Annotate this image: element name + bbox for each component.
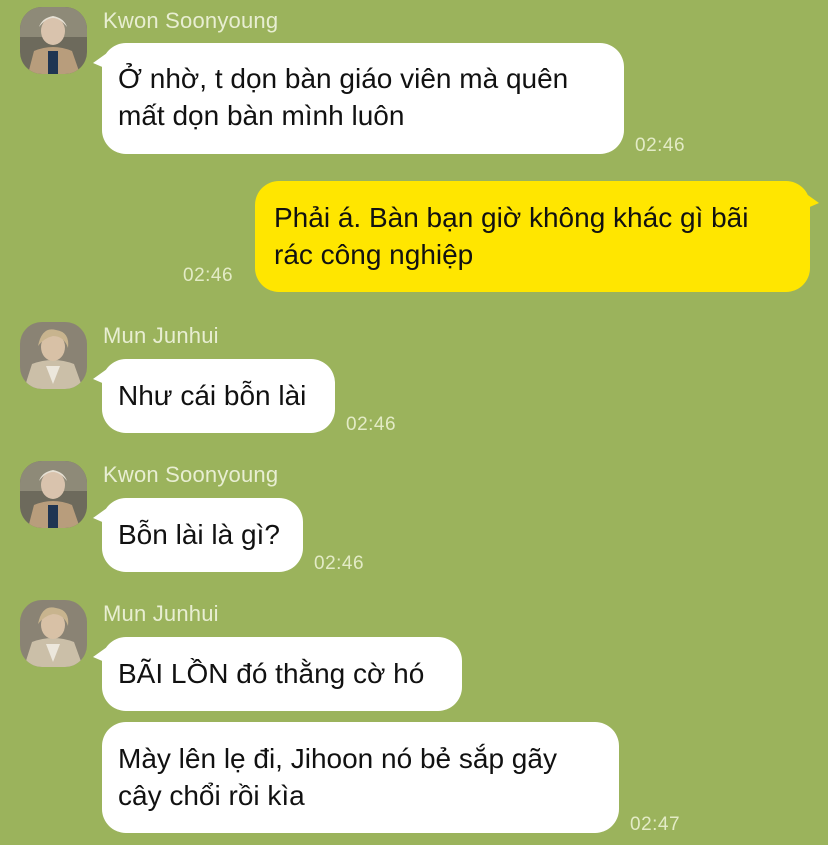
message-timestamp: 02:46 <box>183 265 234 286</box>
message-timestamp: 02:46 <box>635 135 686 156</box>
message-bubble[interactable]: Như cái bỗn lài <box>93 359 335 433</box>
avatar-kwon-soonyoung[interactable] <box>20 7 87 74</box>
message-text-line: Ở nhờ, t dọn bàn giáo viên mà quên <box>118 63 569 94</box>
sender-name: Kwon Soonyoung <box>103 8 279 33</box>
sender-name: Kwon Soonyoung <box>103 462 279 487</box>
message-timestamp: 02:47 <box>630 814 681 835</box>
avatar-mun-junhui[interactable] <box>20 322 87 389</box>
message-text-line: BÃI LỒN đó thằng cờ hó <box>118 658 425 689</box>
message-timestamp: 02:46 <box>346 414 397 435</box>
avatar-image <box>20 600 87 667</box>
message-text-line: cây chổi rồi kìa <box>118 780 305 811</box>
message-text-line: mất dọn bàn mình luôn <box>118 100 405 131</box>
sender-name: Mun Junhui <box>103 601 219 626</box>
message-text-line: Như cái bỗn lài <box>118 380 307 411</box>
message-text-line: Phải á. Bàn bạn giờ không khác gì bãi <box>274 202 749 233</box>
message-text-line: rác công nghiệp <box>274 239 474 270</box>
avatar-image <box>20 322 87 389</box>
avatar-mun-junhui[interactable] <box>20 600 87 667</box>
my-message-bubble[interactable]: Phải á. Bàn bạn giờ không khác gì bãi rá… <box>255 181 819 292</box>
message-timestamp: 02:46 <box>314 553 365 574</box>
sender-name: Mun Junhui <box>103 323 219 348</box>
avatar-image <box>20 461 87 528</box>
avatar-image <box>20 7 87 74</box>
message-bubble[interactable]: Ở nhờ, t dọn bàn giáo viên mà quên mất d… <box>93 43 624 154</box>
avatar-kwon-soonyoung[interactable] <box>20 461 87 528</box>
message-text-line: Mày lên lẹ đi, Jihoon nó bẻ sắp gãy <box>118 743 557 774</box>
message-bubble[interactable]: BÃI LỒN đó thằng cờ hó <box>93 637 462 711</box>
message-bubble[interactable]: Bỗn lài là gì? <box>93 498 303 572</box>
message-bubble[interactable]: Mày lên lẹ đi, Jihoon nó bẻ sắp gãy cây … <box>102 722 619 833</box>
message-text-line: Bỗn lài là gì? <box>118 519 280 550</box>
